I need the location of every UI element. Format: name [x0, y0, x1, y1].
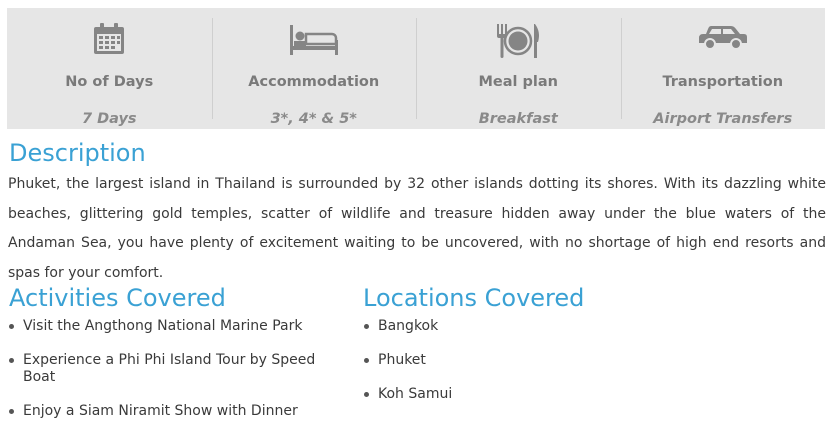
summary-accommodation: Accommodation 3*, 4* & 5* — [211, 8, 417, 129]
description-text: Phuket, the largest island in Thailand i… — [8, 176, 826, 281]
summary-accommodation-label: Accommodation — [248, 74, 380, 90]
bed-icon — [212, 22, 417, 62]
summary-accommodation-value: 3*, 4* & 5* — [270, 111, 357, 127]
locations-list: Bangkok Phuket Koh Samui — [363, 318, 663, 403]
list-item: Experience a Phi Phi Island Tour by Spee… — [8, 352, 338, 386]
summary-days: No of Days 7 Days — [7, 8, 212, 129]
summary-transportation-label: Transportation — [662, 74, 784, 90]
calendar-icon — [7, 22, 212, 62]
summary-meal-value: Breakfast — [478, 111, 558, 127]
summary-days-value: 7 Days — [81, 111, 137, 127]
list-item: Bangkok — [363, 318, 663, 335]
list-item: Enjoy a Siam Niramit Show with Dinner — [8, 403, 338, 420]
summary-transportation-value: Airport Transfers — [653, 111, 793, 127]
locations-heading: Locations Covered — [363, 284, 585, 312]
plate-cutlery-icon — [416, 22, 621, 62]
list-item: Phuket — [363, 352, 663, 369]
trip-summary-bar: No of Days 7 Days Accommodation 3*, 4* &… — [7, 8, 825, 129]
list-item: Visit the Angthong National Marine Park — [8, 318, 338, 335]
summary-transportation: Transportation Airport Transfers — [620, 8, 826, 129]
summary-meal: Meal plan Breakfast — [416, 8, 621, 129]
activities-list: Visit the Angthong National Marine Park … — [8, 318, 338, 420]
activities-heading: Activities Covered — [9, 284, 226, 312]
description-heading: Description — [9, 139, 146, 167]
car-icon — [621, 22, 826, 62]
list-item: Koh Samui — [363, 386, 663, 403]
summary-meal-label: Meal plan — [478, 74, 559, 90]
summary-days-label: No of Days — [65, 74, 154, 90]
